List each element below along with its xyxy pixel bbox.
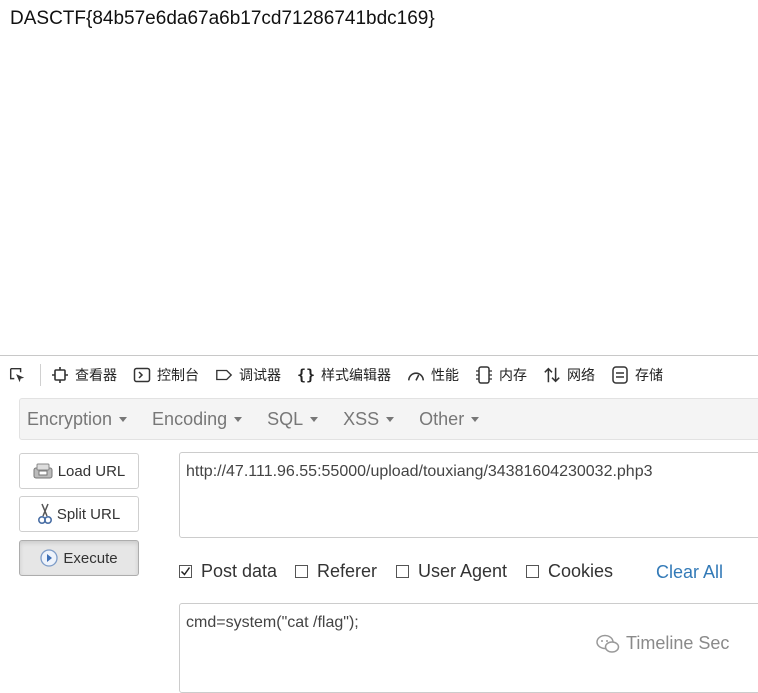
console-icon [133,366,151,384]
split-url-button[interactable]: Split URL [19,496,139,532]
tab-performance[interactable]: 性能 [399,356,467,394]
referer-checkbox[interactable]: Referer [295,561,377,582]
element-picker-icon [8,366,26,384]
checkbox-unchecked-icon [526,565,539,578]
toolbar-separator [40,364,41,386]
tab-console[interactable]: 控制台 [125,356,207,394]
tab-network[interactable]: 网络 [535,356,603,394]
menu-other-label: Other [419,408,465,429]
inspector-icon [51,366,69,384]
watermark-text: Timeline Sec [626,633,730,653]
url-value: http://47.111.96.55:55000/upload/touxian… [186,463,653,480]
play-icon [40,549,59,567]
menu-encryption-label: Encryption [27,408,113,429]
menu-other[interactable]: Other [419,408,480,430]
caret-down-icon [386,416,395,422]
post-data-label: Post data [201,561,278,581]
user-agent-checkbox[interactable]: User Agent [396,561,507,582]
caret-down-icon [310,416,319,422]
performance-icon [407,366,425,384]
load-url-icon [33,463,53,479]
tab-network-label: 网络 [567,367,595,383]
page-output-text: DASCTF{84b57e6da67a6b17cd71286741bdc169} [10,8,435,29]
checkbox-unchecked-icon [295,565,308,578]
menu-encoding-label: Encoding [152,408,228,429]
caret-down-icon [234,416,243,422]
load-url-button[interactable]: Load URL [19,453,139,489]
watermark: Timeline Sec [596,633,729,654]
menu-xss[interactable]: XSS [343,408,395,430]
tab-memory[interactable]: 内存 [467,356,535,394]
network-icon [543,366,561,384]
scissors-icon [37,503,52,525]
split-url-label: Split URL [56,505,121,523]
menu-sql-label: SQL [267,408,304,429]
tab-storage[interactable]: 存储 [603,356,671,394]
menu-encryption[interactable]: Encryption [27,408,128,430]
referer-label: Referer [317,561,378,581]
execute-button[interactable]: Execute [19,540,139,576]
tab-inspector-label: 查看器 [75,367,117,383]
clear-all-link[interactable]: Clear All [656,562,723,583]
hackbar-menu: Encryption Encoding SQL XSS Other [19,398,758,440]
post-data-checkbox[interactable]: Post data [179,561,277,582]
tab-style-editor[interactable]: {} 样式编辑器 [289,356,399,394]
storage-icon [611,366,629,384]
style-editor-icon: {} [296,366,316,384]
tab-inspector[interactable]: 查看器 [43,356,125,394]
menu-sql[interactable]: SQL [267,408,319,430]
debugger-icon [215,366,233,384]
tab-storage-label: 存储 [635,367,663,383]
menu-xss-label: XSS [343,408,380,429]
caret-down-icon [119,416,128,422]
checkbox-unchecked-icon [396,565,409,578]
menu-encoding[interactable]: Encoding [152,408,243,430]
user-agent-label: User Agent [418,561,508,581]
tab-memory-label: 内存 [499,367,527,383]
cookies-label: Cookies [548,561,614,581]
checkbox-checked-icon [179,565,192,578]
caret-down-icon [471,416,480,422]
element-picker-button[interactable] [0,356,38,394]
wechat-icon [596,634,620,654]
tab-style-editor-label: 样式编辑器 [321,367,391,383]
execute-label: Execute [63,549,118,567]
post-data-value: cmd=system("cat /flag"); [186,614,359,631]
tab-debugger-label: 调试器 [239,367,281,383]
tab-performance-label: 性能 [431,367,459,383]
load-url-label: Load URL [57,462,126,480]
url-input[interactable]: http://47.111.96.55:55000/upload/touxian… [179,452,758,538]
devtools-toolbar: 查看器 控制台 调试器 {} 样式编辑器 性能 内存 网络 存储 [0,355,758,394]
tab-debugger[interactable]: 调试器 [207,356,289,394]
tab-console-label: 控制台 [157,367,199,383]
cookies-checkbox[interactable]: Cookies [526,561,613,582]
memory-icon [475,366,493,384]
